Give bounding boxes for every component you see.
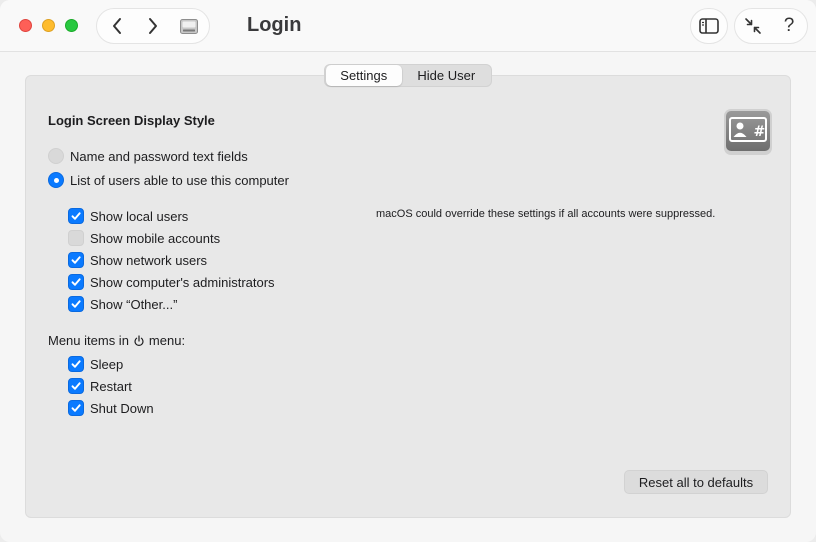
back-button[interactable] — [99, 9, 135, 43]
checkmark-icon — [71, 300, 81, 308]
power-icon — [134, 334, 144, 346]
app-window: Login ? Settings Hide User Login Screen … — [0, 0, 816, 542]
checkbox-label: Show network users — [90, 252, 208, 268]
close-window-button[interactable] — [19, 19, 32, 32]
login-window-icon: # — [724, 109, 772, 155]
zoom-window-button[interactable] — [65, 19, 78, 32]
checkbox-indicator[interactable] — [68, 230, 84, 246]
radio-list-of-users[interactable]: List of users able to use this computer — [48, 172, 289, 188]
checkmark-icon — [71, 382, 81, 390]
forward-button[interactable] — [135, 9, 171, 43]
checkbox-indicator[interactable] — [68, 252, 84, 268]
checkbox-label: Show “Other...” — [90, 296, 178, 312]
radio-indicator[interactable] — [48, 172, 64, 188]
tab-hide-user[interactable]: Hide User — [402, 65, 491, 86]
chevron-right-icon — [149, 18, 157, 34]
tab-settings[interactable]: Settings — [326, 65, 402, 86]
help-icon: ? — [783, 15, 795, 36]
checkbox-label: Sleep — [90, 356, 124, 372]
checkbox-label: Show local users — [90, 208, 189, 224]
checkbox-indicator[interactable] — [68, 356, 84, 372]
checkbox-label: Show computer's administrators — [90, 274, 275, 290]
checkbox-show-local-users[interactable]: Show local users — [68, 208, 188, 224]
radio-label: List of users able to use this computer — [70, 172, 289, 188]
window-actions-group: ? — [734, 8, 808, 44]
checkmark-icon — [71, 278, 81, 286]
checkmark-icon — [71, 212, 81, 220]
checkbox-indicator[interactable] — [68, 208, 84, 224]
checkbox-label: Show mobile accounts — [90, 230, 221, 246]
minimize-window-button[interactable] — [42, 19, 55, 32]
collapse-arrows-icon — [745, 18, 761, 34]
menu-title-prefix: Menu items in — [48, 333, 129, 348]
checkbox-indicator[interactable] — [68, 378, 84, 394]
radio-name-password[interactable]: Name and password text fields — [48, 148, 248, 164]
tab-segmented-control: Settings Hide User — [324, 64, 492, 87]
collapse-button[interactable] — [735, 9, 771, 43]
svg-text:#: # — [754, 124, 766, 140]
checkbox-show-mobile-accounts[interactable]: Show mobile accounts — [68, 230, 220, 246]
radio-indicator[interactable] — [48, 148, 64, 164]
navigation-group — [96, 8, 210, 44]
display-style-title: Login Screen Display Style — [48, 113, 215, 128]
menu-items-title: Menu items in menu: — [48, 333, 185, 348]
title-bar: Login ? — [0, 0, 816, 52]
sidebar-toggle-button[interactable] — [690, 8, 728, 44]
checkbox-shut-down[interactable]: Shut Down — [68, 400, 154, 416]
window-title: Login — [247, 14, 302, 36]
checkbox-show-network-users[interactable]: Show network users — [68, 252, 207, 268]
checkmark-icon — [71, 360, 81, 368]
show-all-button[interactable] — [171, 9, 207, 43]
checkbox-show-other[interactable]: Show “Other...” — [68, 296, 177, 312]
checkbox-indicator[interactable] — [68, 274, 84, 290]
checkbox-label: Shut Down — [90, 400, 154, 416]
checkmark-icon — [71, 404, 81, 412]
checkbox-indicator[interactable] — [68, 296, 84, 312]
checkbox-restart[interactable]: Restart — [68, 378, 132, 394]
checkbox-indicator[interactable] — [68, 400, 84, 416]
help-button[interactable]: ? — [771, 9, 807, 43]
menu-title-suffix: menu: — [148, 333, 186, 348]
checkbox-show-administrators[interactable]: Show computer's administrators — [68, 274, 275, 290]
override-note: macOS could override these settings if a… — [376, 208, 716, 220]
checkmark-icon — [71, 256, 81, 264]
all-settings-grid-icon — [180, 18, 198, 34]
chevron-left-icon — [113, 18, 121, 34]
radio-label: Name and password text fields — [70, 148, 248, 164]
sidebar-toggle-icon — [699, 18, 719, 34]
checkbox-label: Restart — [90, 378, 132, 394]
reset-defaults-button[interactable]: Reset all to defaults — [624, 470, 768, 494]
checkbox-sleep[interactable]: Sleep — [68, 356, 123, 372]
